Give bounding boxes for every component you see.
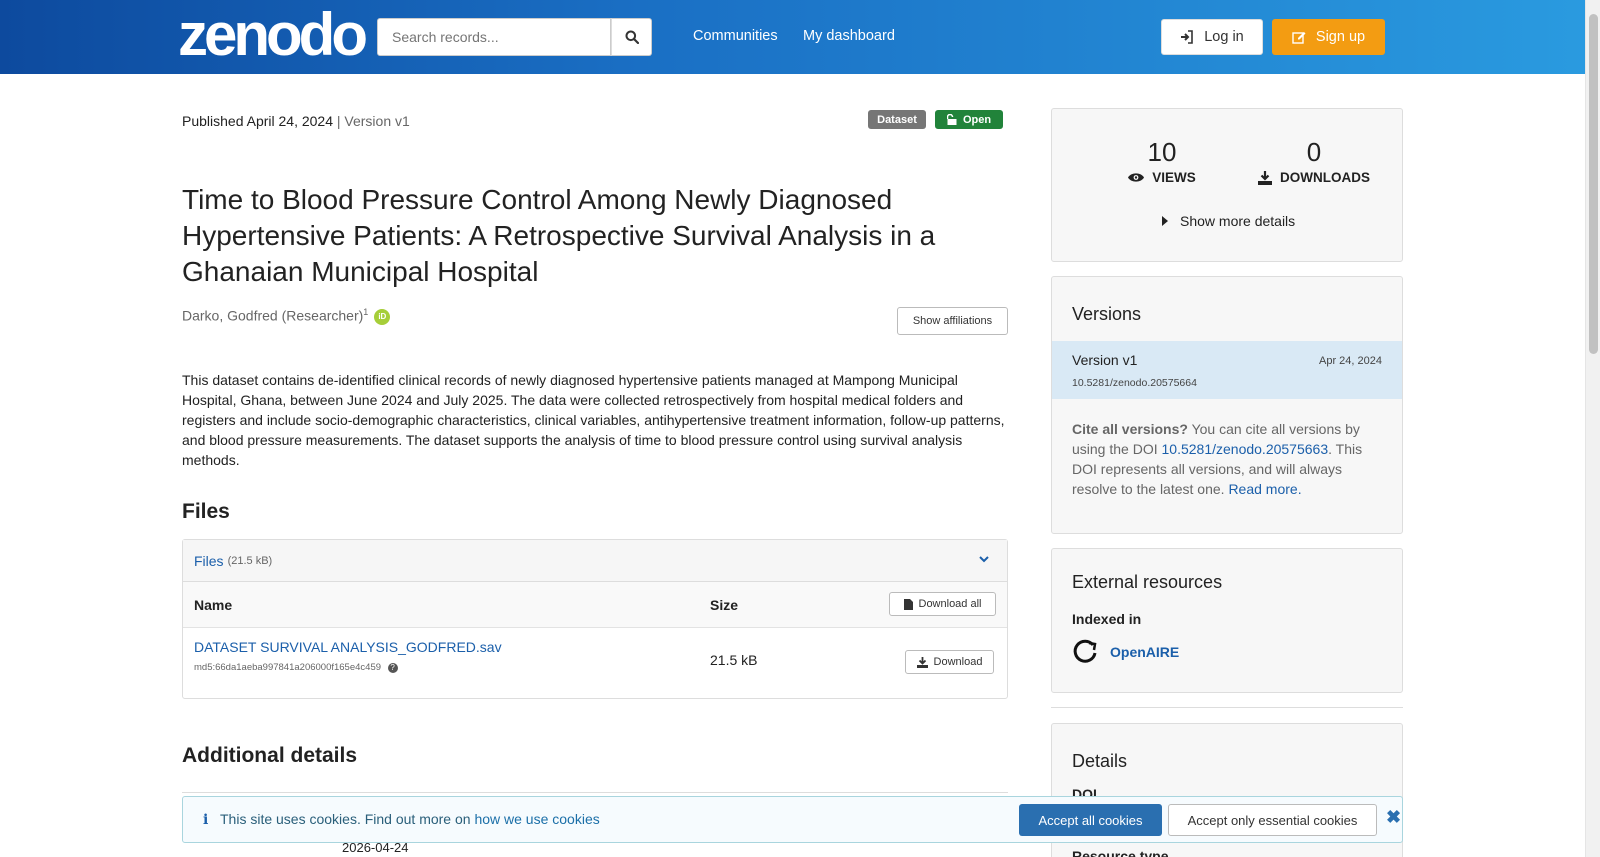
info-icon: i xyxy=(203,812,209,828)
stats-card: 10 VIEWS 0 DOWNLOADS Show more details xyxy=(1051,108,1403,262)
search-icon xyxy=(625,30,639,44)
search-bar xyxy=(377,18,652,56)
chevron-down-icon xyxy=(979,552,989,566)
search-button[interactable] xyxy=(611,18,652,56)
published-date: Published April 24, 2024 | Version v1 xyxy=(182,113,410,129)
sign-in-icon xyxy=(1181,30,1194,44)
nav-communities[interactable]: Communities xyxy=(693,28,778,44)
resource-type-label: Resource type xyxy=(1072,848,1169,857)
record-description: This dataset contains de-identified clin… xyxy=(182,372,1005,468)
top-header: zenodo Communities My dashboard Log in S… xyxy=(0,0,1600,74)
views-stat: 10 VIEWS xyxy=(1112,137,1212,185)
download-icon xyxy=(916,656,928,668)
download-icon xyxy=(1258,170,1272,185)
file-row: DATASET SURVIVAL ANALYSIS_GODFRED.sav md… xyxy=(183,628,1007,698)
author[interactable]: Darko, Godfred (Researcher)1 iD xyxy=(182,307,391,325)
nav-my-dashboard[interactable]: My dashboard xyxy=(803,28,895,44)
login-button[interactable]: Log in xyxy=(1161,19,1263,55)
concept-doi-link[interactable]: 10.5281/zenodo.20575663 xyxy=(1162,441,1329,457)
versions-title: Versions xyxy=(1072,304,1142,324)
openaire-icon xyxy=(1073,639,1097,663)
indexed-in-label: Indexed in xyxy=(1072,611,1142,627)
download-button[interactable]: Download xyxy=(905,650,994,674)
eye-icon xyxy=(1128,173,1145,182)
accept-essential-cookies-button[interactable]: Accept only essential cookies xyxy=(1168,804,1377,836)
record-title: Time to Blood Pressure Control Among New… xyxy=(182,184,936,287)
versions-card: Versions Version v1 Apr 24, 2024 10.5281… xyxy=(1051,276,1403,534)
details-title: Details xyxy=(1072,751,1128,771)
download-all-button[interactable]: Download all xyxy=(889,592,996,616)
close-icon[interactable]: ✖ xyxy=(1386,807,1401,828)
accept-all-cookies-button[interactable]: Accept all cookies xyxy=(1019,804,1162,836)
external-resources-title: External resources xyxy=(1072,572,1223,592)
divider xyxy=(1051,707,1403,708)
page-scrollbar[interactable] xyxy=(1585,0,1600,857)
file-name-link[interactable]: DATASET SURVIVAL ANALYSIS_GODFRED.sav xyxy=(194,639,502,655)
search-input[interactable] xyxy=(377,18,612,56)
access-badge: Open xyxy=(935,110,1003,129)
unlock-icon xyxy=(946,114,957,125)
question-circle-icon[interactable]: ? xyxy=(387,663,398,673)
files-accordion-toggle[interactable]: Files (21.5 kB) xyxy=(183,540,1007,582)
cookie-banner: i This site uses cookies. Find out more … xyxy=(182,796,1403,843)
read-more-link[interactable]: Read more. xyxy=(1228,481,1301,497)
divider xyxy=(182,792,1008,793)
cookie-message: This site uses cookies. Find out more on… xyxy=(220,811,600,827)
additional-details-heading: Additional details xyxy=(182,744,358,767)
signup-button[interactable]: Sign up xyxy=(1272,19,1385,55)
downloads-stat: 0 DOWNLOADS xyxy=(1244,137,1384,185)
scrollbar-thumb[interactable] xyxy=(1589,14,1598,354)
orcid-icon[interactable]: iD xyxy=(374,308,391,325)
zenodo-logo[interactable]: zenodo xyxy=(178,4,368,66)
caret-right-icon xyxy=(1162,216,1168,226)
file-archive-icon xyxy=(903,598,913,610)
version-item[interactable]: Version v1 Apr 24, 2024 10.5281/zenodo.2… xyxy=(1052,341,1402,399)
files-heading: Files xyxy=(182,500,230,523)
file-checksum: md5:66da1aeba997841a206000f165e4c459 ? xyxy=(194,662,398,673)
show-more-details-toggle[interactable]: Show more details xyxy=(1162,213,1295,229)
show-affiliations-button[interactable]: Show affiliations xyxy=(897,307,1008,335)
edit-icon xyxy=(1292,32,1306,44)
version-label: | Version v1 xyxy=(336,113,410,129)
signup-label: Sign up xyxy=(1315,29,1366,45)
file-size: 21.5 kB xyxy=(710,652,758,668)
cite-all-versions: Cite all versions? You can cite all vers… xyxy=(1072,421,1363,497)
files-panel: Files (21.5 kB) Name Size Download all D… xyxy=(182,539,1008,699)
files-table-header: Name Size Download all xyxy=(183,582,1007,628)
login-label: Log in xyxy=(1204,29,1244,45)
external-resources-card: External resources Indexed in OpenAIRE xyxy=(1051,548,1403,693)
openaire-link[interactable]: OpenAIRE xyxy=(1072,639,1179,665)
resource-type-badge: Dataset xyxy=(868,110,926,129)
cookie-policy-link[interactable]: how we use cookies xyxy=(474,811,599,827)
